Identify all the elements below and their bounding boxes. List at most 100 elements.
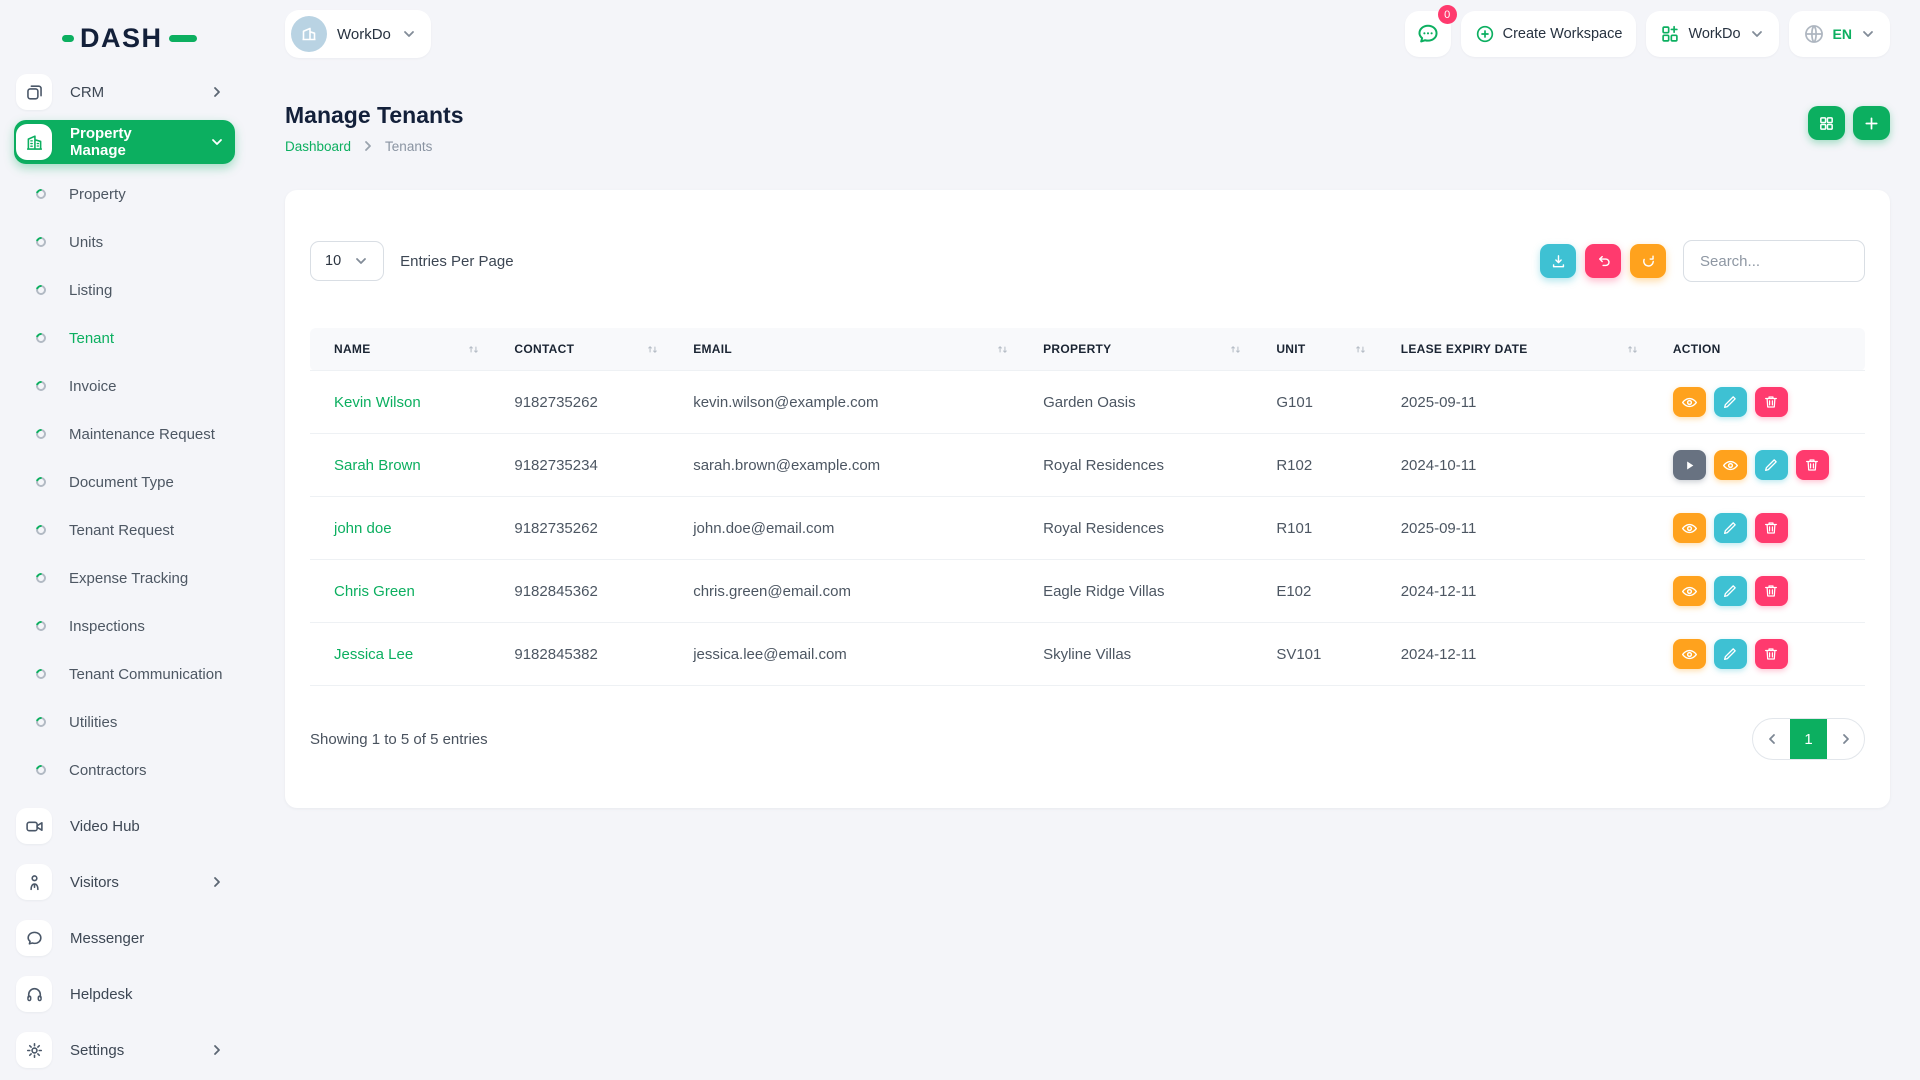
sidebar-subitem-inspections[interactable]: Inspections xyxy=(0,602,245,650)
email-cell: kevin.wilson@example.com xyxy=(683,371,1033,434)
chevron-down-icon xyxy=(401,26,417,42)
eye-action-button[interactable] xyxy=(1673,387,1706,417)
entries-per-page-label: Entries Per Page xyxy=(400,253,513,270)
sidebar-subitem-tenant-communication[interactable]: Tenant Communication xyxy=(0,650,245,698)
headset-icon xyxy=(16,976,52,1012)
tenant-name-link[interactable]: john doe xyxy=(334,520,392,537)
sidebar-subitem-units[interactable]: Units xyxy=(0,218,245,266)
breadcrumb-dashboard-link[interactable]: Dashboard xyxy=(285,139,351,154)
undo-back-button[interactable] xyxy=(1585,244,1621,278)
chevron-down-icon xyxy=(1860,26,1876,42)
sort-icon[interactable] xyxy=(996,343,1009,356)
sort-icon[interactable] xyxy=(467,343,480,356)
eye-action-button[interactable] xyxy=(1714,450,1747,480)
sidebar-subitem-document-type[interactable]: Document Type xyxy=(0,458,245,506)
unit-cell: G101 xyxy=(1266,371,1390,434)
refresh-button[interactable] xyxy=(1630,244,1666,278)
column-header-label: NAME xyxy=(334,342,371,356)
delete-action-button[interactable] xyxy=(1755,387,1788,417)
sidebar-subitem-label: Contractors xyxy=(69,762,147,779)
sort-icon[interactable] xyxy=(646,343,659,356)
tenant-name-link[interactable]: Kevin Wilson xyxy=(334,394,421,411)
eye-action-button[interactable] xyxy=(1673,513,1706,543)
sidebar-item-crm[interactable]: CRM xyxy=(14,70,235,114)
brand-logo[interactable]: DASH xyxy=(0,18,245,58)
grid-view-button[interactable] xyxy=(1808,106,1845,140)
sort-icon[interactable] xyxy=(1626,343,1639,356)
pagination-next-button[interactable] xyxy=(1827,719,1864,759)
messages-button[interactable]: 0 xyxy=(1405,11,1451,57)
add-tenant-button[interactable] xyxy=(1853,106,1890,140)
sidebar-item-settings[interactable]: Settings xyxy=(14,1026,235,1074)
search-input[interactable] xyxy=(1683,240,1865,282)
sidebar-item-visitors[interactable]: Visitors xyxy=(14,858,235,906)
workdo-menu-label: WorkDo xyxy=(1688,26,1740,42)
chevron-down-icon xyxy=(353,253,369,269)
chevron-right-icon xyxy=(209,874,225,890)
eye-action-button[interactable] xyxy=(1673,576,1706,606)
bullet-icon xyxy=(34,283,48,297)
sidebar-item-video-hub[interactable]: Video Hub xyxy=(14,802,235,850)
sidebar-subitem-label: Document Type xyxy=(69,474,174,491)
language-selector[interactable]: EN xyxy=(1789,11,1890,57)
play-action-button[interactable] xyxy=(1673,450,1706,480)
sidebar-subitem-label: Invoice xyxy=(69,378,117,395)
edit-action-button[interactable] xyxy=(1755,450,1788,480)
chevron-right-icon xyxy=(209,84,225,100)
table-row: Chris Green 9182845362 chris.green@email… xyxy=(310,560,1865,623)
delete-action-button[interactable] xyxy=(1755,576,1788,606)
sort-icon[interactable] xyxy=(1354,343,1367,356)
sidebar-item-helpdesk[interactable]: Helpdesk xyxy=(14,970,235,1018)
edit-action-button[interactable] xyxy=(1714,513,1747,543)
showing-entries-text: Showing 1 to 5 of 5 entries xyxy=(310,731,488,748)
sidebar-item-property-manage[interactable]: Property Manage xyxy=(14,120,235,164)
column-header-property[interactable]: PROPERTY xyxy=(1033,328,1266,371)
unit-cell: R102 xyxy=(1266,434,1390,497)
column-header-action[interactable]: ACTION xyxy=(1663,328,1865,371)
lease-expiry-cell: 2024-12-11 xyxy=(1391,623,1663,686)
create-workspace-button[interactable]: Create Workspace xyxy=(1461,11,1637,57)
delete-action-button[interactable] xyxy=(1755,513,1788,543)
tenant-name-link[interactable]: Chris Green xyxy=(334,583,415,600)
delete-action-button[interactable] xyxy=(1796,450,1829,480)
delete-action-button[interactable] xyxy=(1755,639,1788,669)
entries-per-page-select[interactable]: 10 xyxy=(310,241,384,281)
table-row: Sarah Brown 9182735234 sarah.brown@examp… xyxy=(310,434,1865,497)
pagination-prev-button[interactable] xyxy=(1753,719,1790,759)
sidebar-subitem-tenant-request[interactable]: Tenant Request xyxy=(0,506,245,554)
column-header-name[interactable]: NAME xyxy=(310,328,504,371)
edit-action-button[interactable] xyxy=(1714,387,1747,417)
sidebar-subitem-listing[interactable]: Listing xyxy=(0,266,245,314)
workspace-selector[interactable]: WorkDo xyxy=(285,10,431,58)
sidebar-subitem-invoice[interactable]: Invoice xyxy=(0,362,245,410)
column-header-contact[interactable]: CONTACT xyxy=(504,328,683,371)
column-header-label: LEASE EXPIRY DATE xyxy=(1401,342,1528,356)
property-cell: Royal Residences xyxy=(1033,497,1266,560)
sidebar-subitem-utilities[interactable]: Utilities xyxy=(0,698,245,746)
column-header-unit[interactable]: UNIT xyxy=(1266,328,1390,371)
sidebar-subitem-label: Expense Tracking xyxy=(69,570,188,587)
edit-action-button[interactable] xyxy=(1714,576,1747,606)
eye-action-button[interactable] xyxy=(1673,639,1706,669)
column-header-lease-expiry-date[interactable]: LEASE EXPIRY DATE xyxy=(1391,328,1663,371)
workspace-avatar xyxy=(291,16,327,52)
sidebar-item-messenger[interactable]: Messenger xyxy=(14,914,235,962)
tenant-name-link[interactable]: Jessica Lee xyxy=(334,646,413,663)
sidebar-subitem-property[interactable]: Property xyxy=(0,170,245,218)
bullet-icon xyxy=(34,331,48,345)
column-header-label: PROPERTY xyxy=(1043,342,1111,356)
plus-circle-icon xyxy=(1475,24,1495,44)
lease-expiry-cell: 2024-12-11 xyxy=(1391,560,1663,623)
sort-icon[interactable] xyxy=(1229,343,1242,356)
export-download-button[interactable] xyxy=(1540,244,1576,278)
sidebar-subitem-expense-tracking[interactable]: Expense Tracking xyxy=(0,554,245,602)
sidebar-subitem-maintenance-request[interactable]: Maintenance Request xyxy=(0,410,245,458)
sidebar-subitem-tenant[interactable]: Tenant xyxy=(0,314,245,362)
sidebar-subitem-contractors[interactable]: Contractors xyxy=(0,746,245,794)
edit-action-button[interactable] xyxy=(1714,639,1747,669)
breadcrumb: Dashboard Tenants xyxy=(285,138,464,154)
workdo-apps-menu[interactable]: WorkDo xyxy=(1646,11,1778,57)
tenant-name-link[interactable]: Sarah Brown xyxy=(334,457,421,474)
column-header-email[interactable]: EMAIL xyxy=(683,328,1033,371)
pagination-page-1[interactable]: 1 xyxy=(1790,719,1827,759)
